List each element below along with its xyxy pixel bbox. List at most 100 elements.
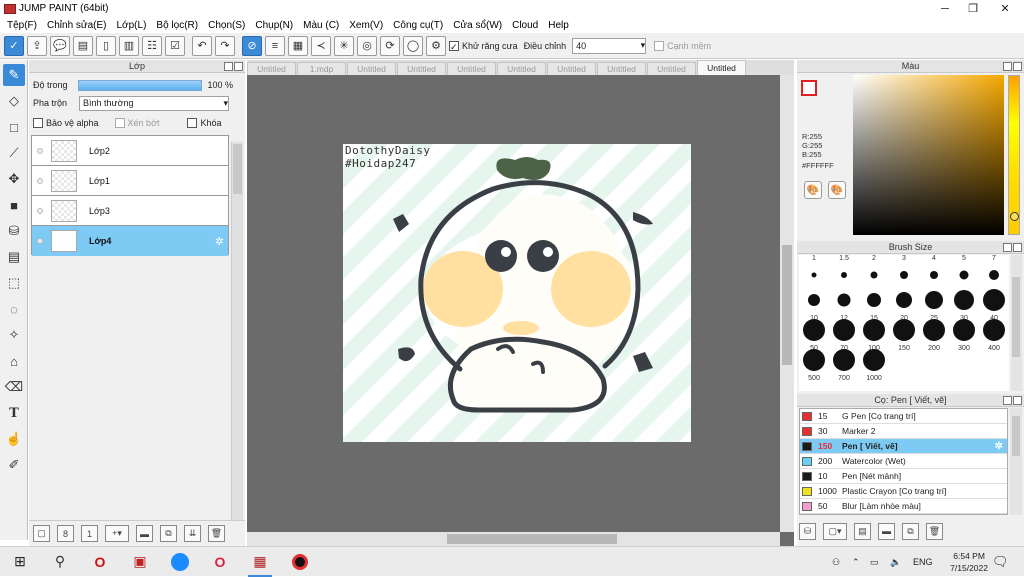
brush-preset-scrollbar[interactable] <box>1010 408 1022 515</box>
move-tool-icon[interactable]: ✥ <box>3 168 25 190</box>
select-rect-tool-icon[interactable]: ⬚ <box>3 272 25 294</box>
duplicate-brush-icon[interactable]: ⧉ <box>902 522 919 540</box>
menu-item[interactable]: Chụp(N) <box>250 20 298 31</box>
windows-start-icon[interactable]: ⊞ <box>0 547 40 577</box>
brush-size-option[interactable]: 12 <box>829 287 859 322</box>
menu-item[interactable]: Công cụ(T) <box>388 20 448 31</box>
brush-preset[interactable]: 15 G Pen [Cọ trang trí] <box>800 409 1007 424</box>
close-button[interactable]: ✕ <box>990 0 1020 17</box>
tray-expand-icon[interactable]: ⌃ <box>852 547 860 577</box>
select-pen-tool-icon[interactable]: ⌂ <box>3 350 25 372</box>
menu-item[interactable]: Lớp(L) <box>112 20 152 31</box>
menu-item[interactable]: Bộ lọc(R) <box>151 20 203 31</box>
tab-active[interactable]: Untitled <box>697 60 746 75</box>
maximize-button[interactable]: ❐ <box>958 0 988 17</box>
menu-item[interactable]: Màu (C) <box>298 20 344 31</box>
lock-checkbox[interactable] <box>187 118 198 128</box>
palette-icon[interactable]: 🎨 <box>804 181 822 199</box>
panel-layout-icon[interactable]: ☷ <box>142 35 162 56</box>
snap-soft-toggle[interactable]: Cạnh mềm <box>654 40 711 51</box>
canvas-horizontal-scrollbar[interactable] <box>247 532 780 546</box>
brush-size-option[interactable]: 5 <box>949 255 979 282</box>
language-indicator[interactable]: ENG <box>913 547 933 577</box>
speech-bubble-icon[interactable]: 💬 <box>50 35 70 56</box>
brush-tool-icon[interactable]: ✎ <box>3 64 25 86</box>
document-tab[interactable]: Untitled <box>597 62 646 75</box>
gradient-tool-icon[interactable]: ▤ <box>3 246 25 268</box>
panel-detach-icon[interactable] <box>224 62 233 71</box>
brush-size-option[interactable]: 200 <box>919 317 949 352</box>
opacity-slider[interactable] <box>77 79 202 91</box>
menu-item[interactable]: Tệp(F) <box>2 20 42 31</box>
panel-close-icon[interactable] <box>1013 396 1022 405</box>
brush-size-option[interactable]: 40 <box>979 287 1009 322</box>
select-eraser-tool-icon[interactable]: ⌫ <box>3 376 25 398</box>
document-icon[interactable]: ▥ <box>119 35 139 56</box>
brush-preset-selected[interactable]: 150 Pen [ Viết, vẽ] ✲ <box>800 439 1007 454</box>
hand-tool-icon[interactable]: ☝ <box>3 428 25 450</box>
document-tab[interactable]: 1.mdp <box>297 62 346 75</box>
search-icon[interactable]: ⚲ <box>40 547 80 577</box>
layer-item[interactable]: Lớp2 <box>32 136 228 166</box>
brush-size-option[interactable]: 100 <box>859 317 889 352</box>
brush-preset[interactable]: 1000 Plastic Crayon [Cọ trang trí] <box>800 484 1007 499</box>
panel-detach-icon[interactable] <box>1003 62 1012 71</box>
snipping-app-icon[interactable]: ▣ <box>120 547 160 577</box>
lasso-tool-icon[interactable]: ◌ <box>3 298 25 320</box>
clock[interactable]: 6:54 PM 7/15/2022 <box>950 550 988 574</box>
fill-rect-tool-icon[interactable]: ■ <box>3 194 25 216</box>
brush-preset[interactable]: 50 Blur [Làm nhòe màu] <box>800 499 1007 514</box>
brush-size-option[interactable]: 1 <box>799 255 829 282</box>
visibility-icon[interactable] <box>37 207 43 214</box>
hue-knob[interactable] <box>1010 212 1019 221</box>
brush-size-option[interactable]: 50 <box>799 317 829 352</box>
curve-snap-icon[interactable]: ⟳ <box>380 35 400 56</box>
brush-size-option[interactable]: 300 <box>949 317 979 352</box>
add-brush-menu-icon[interactable]: ▢▾ <box>823 522 847 540</box>
layer-item-selected[interactable]: Lớp4 ✲ <box>32 226 228 256</box>
panel-close-icon[interactable] <box>1013 62 1022 71</box>
menu-item[interactable]: Xem(V) <box>344 20 388 31</box>
bucket-tool-icon[interactable]: ⛁ <box>3 220 25 242</box>
brush-size-option[interactable]: 3 <box>889 255 919 282</box>
brush-size-option[interactable]: 1000 <box>859 347 889 382</box>
eraser-tool-icon[interactable]: ◇ <box>3 90 25 112</box>
brush-size-option[interactable]: 7 <box>979 255 1009 282</box>
delete-layer-icon[interactable]: 🗑 <box>208 525 225 542</box>
network-icon[interactable]: ▭ <box>870 547 879 577</box>
delete-brush-icon[interactable]: 🗑 <box>926 522 943 540</box>
brush-size-option[interactable]: 25 <box>919 287 949 322</box>
brush-size-option[interactable]: 4 <box>919 255 949 282</box>
brush-size-option[interactable]: 20 <box>889 287 919 322</box>
magic-wand-tool-icon[interactable]: ✧ <box>3 324 25 346</box>
brush-settings-icon[interactable]: ▤ <box>854 522 871 540</box>
canvas[interactable]: DotothyDaisy #Hoidap247 <box>343 144 691 442</box>
bucket-brush-icon[interactable]: ⛁ <box>799 522 816 540</box>
text-box-icon[interactable]: ▤ <box>73 35 93 56</box>
brush-size-option[interactable]: 500 <box>799 347 829 382</box>
visibility-icon[interactable] <box>37 177 43 184</box>
menu-item[interactable]: Cửa sổ(W) <box>448 20 507 31</box>
new-1bit-layer-icon[interactable]: 1 <box>81 525 98 542</box>
gear-icon[interactable]: ✲ <box>995 441 1003 452</box>
volume-icon[interactable]: 🔈 <box>890 547 901 577</box>
record-icon[interactable] <box>280 547 320 577</box>
brush-size-option[interactable]: 15 <box>859 287 889 322</box>
parallel-snap-icon[interactable]: ≡ <box>265 35 285 56</box>
panel-detach-icon[interactable] <box>1003 243 1012 252</box>
document-tab[interactable]: Untitled <box>447 62 496 75</box>
jump-paint-taskbar-icon[interactable]: ▦ <box>240 547 280 577</box>
merge-layer-icon[interactable]: ⇊ <box>184 525 201 542</box>
document-tab[interactable]: Untitled <box>247 62 296 75</box>
menu-item[interactable]: Cloud <box>507 20 543 31</box>
document-tab[interactable]: Untitled <box>397 62 446 75</box>
brush-size-option[interactable]: 1.5 <box>829 255 859 282</box>
brush-preset[interactable]: 200 Watercolor (Wet) <box>800 454 1007 469</box>
brush-size-option[interactable]: 400 <box>979 317 1009 352</box>
grid-snap-icon[interactable]: ▦ <box>288 35 308 56</box>
concentric-snap-icon[interactable]: ◎ <box>357 35 377 56</box>
add-layer-menu-icon[interactable]: +▾ <box>105 525 129 542</box>
rectangle-tool-icon[interactable]: □ <box>3 116 25 138</box>
ellipse-snap-icon[interactable]: ◯ <box>403 35 423 56</box>
brush-preset[interactable]: 30 Marker 2 <box>800 424 1007 439</box>
